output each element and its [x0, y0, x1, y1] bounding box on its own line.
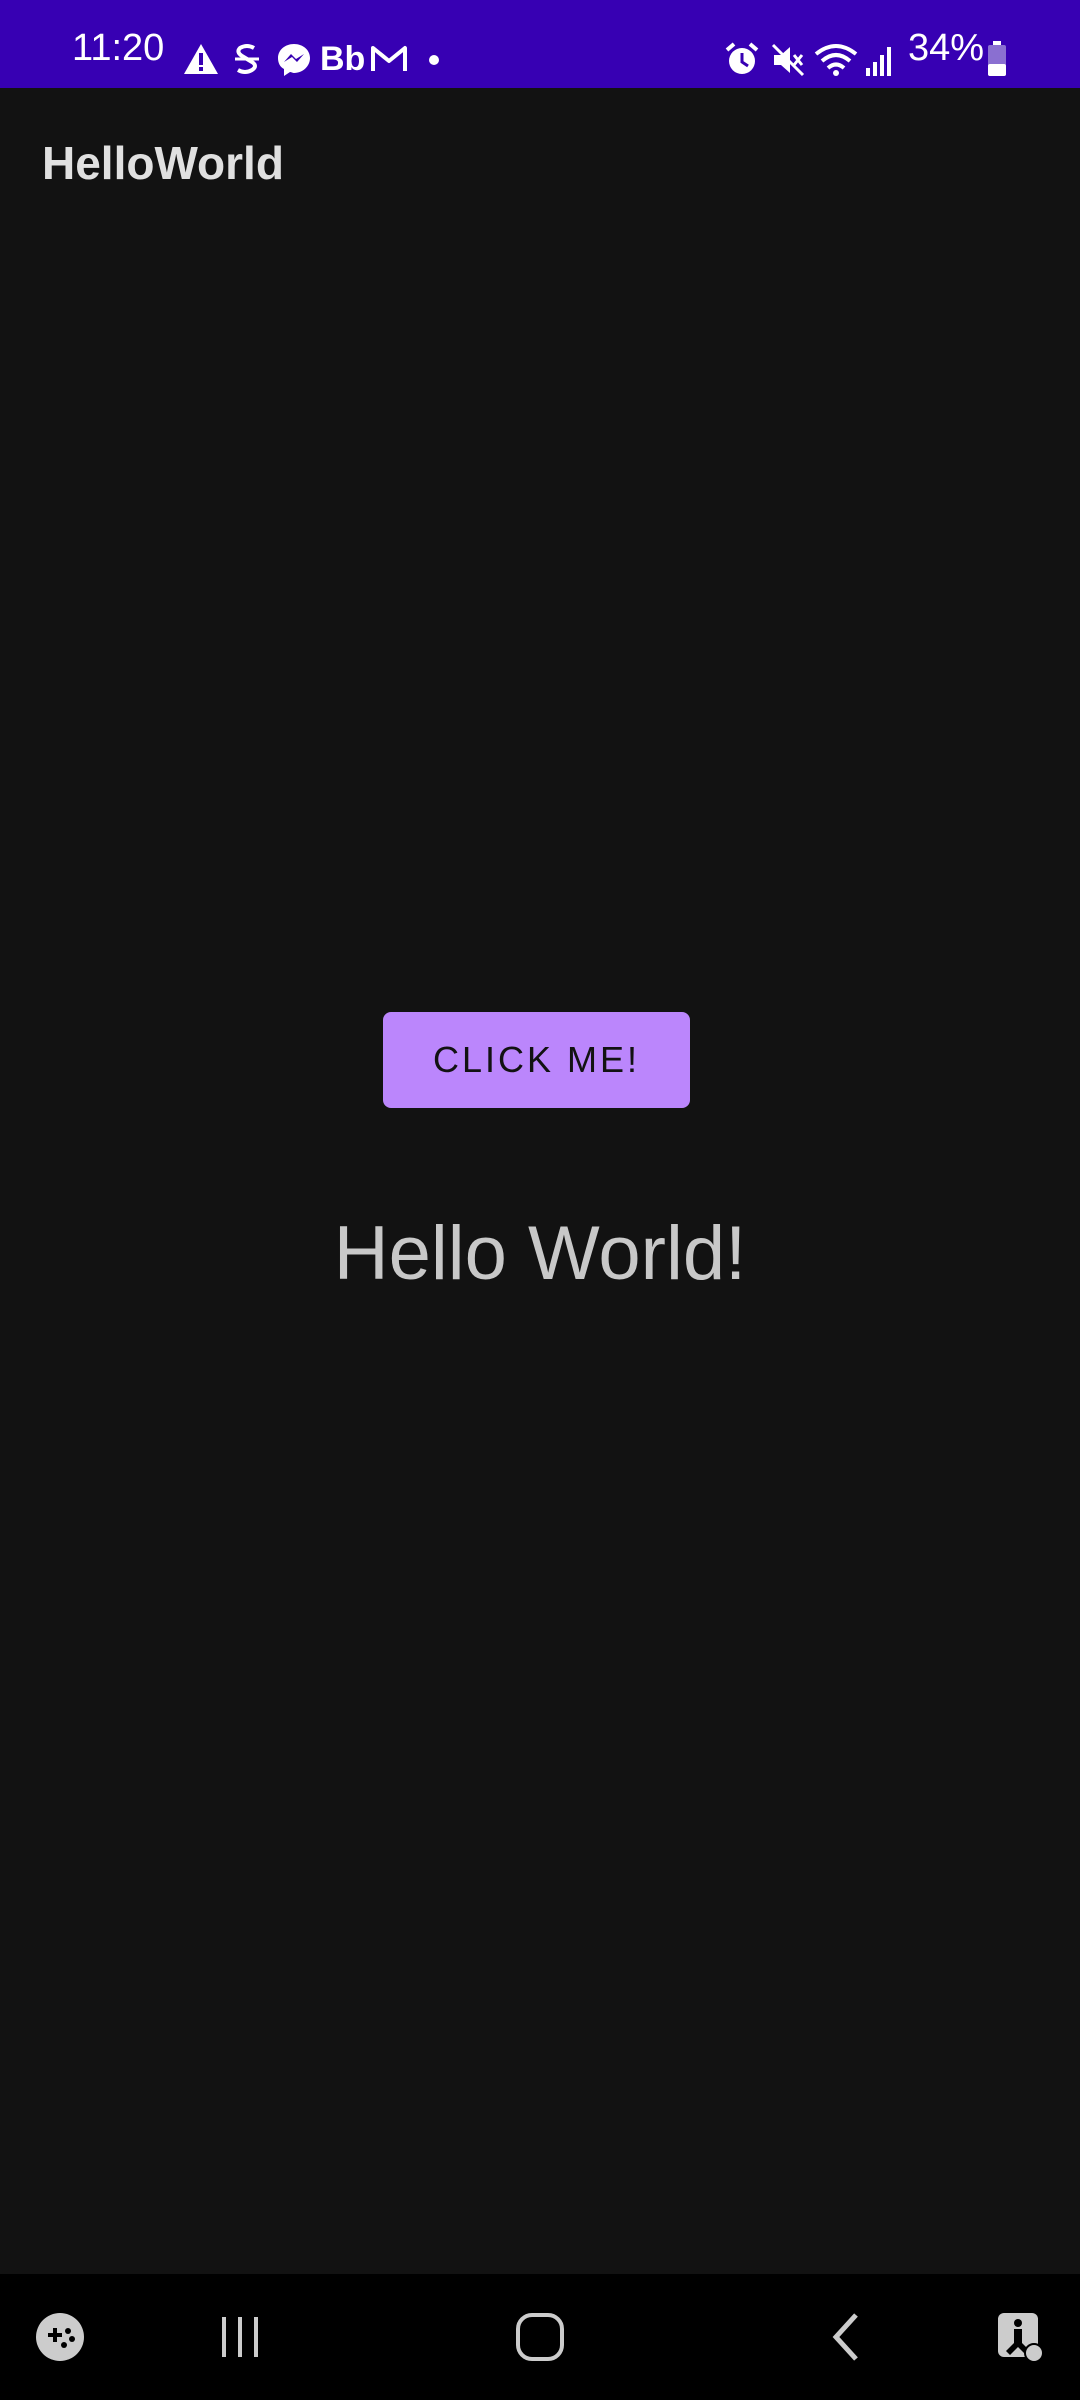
click-me-button[interactable]: CLICK ME!	[383, 1012, 690, 1108]
home-button[interactable]	[480, 2274, 600, 2400]
mute-icon	[771, 43, 805, 77]
app-title: HelloWorld	[42, 137, 284, 189]
wifi-icon	[814, 44, 858, 76]
dot-icon	[429, 55, 439, 65]
home-icon	[516, 2313, 564, 2361]
game-launcher-button[interactable]	[20, 2274, 100, 2400]
hello-world-text: Hello World!	[333, 1211, 747, 1296]
back-icon	[832, 2313, 858, 2361]
app-screen: 11:20 Bb 34% HelloWorld CLICK ME! Hello …	[0, 0, 1080, 2400]
warning-icon	[184, 44, 218, 74]
accessibility-button[interactable]	[980, 2274, 1060, 2400]
navigation-bar	[0, 2274, 1080, 2400]
status-time: 11:20	[72, 27, 165, 69]
bb-icon: Bb	[320, 40, 366, 78]
accessibility-icon	[998, 2313, 1044, 2363]
samsung-s-icon	[235, 44, 259, 74]
battery-icon	[988, 41, 1006, 76]
battery-percent: 34%	[908, 27, 985, 69]
status-bar: 11:20 Bb 34%	[0, 0, 1080, 88]
back-button[interactable]	[786, 2274, 906, 2400]
game-launcher-icon	[36, 2313, 84, 2361]
recents-button[interactable]	[180, 2274, 300, 2400]
gmail-icon	[371, 46, 407, 71]
signal-icon	[866, 47, 891, 76]
messenger-icon	[278, 44, 310, 76]
alarm-icon	[725, 42, 759, 74]
recents-icon	[222, 2317, 258, 2357]
